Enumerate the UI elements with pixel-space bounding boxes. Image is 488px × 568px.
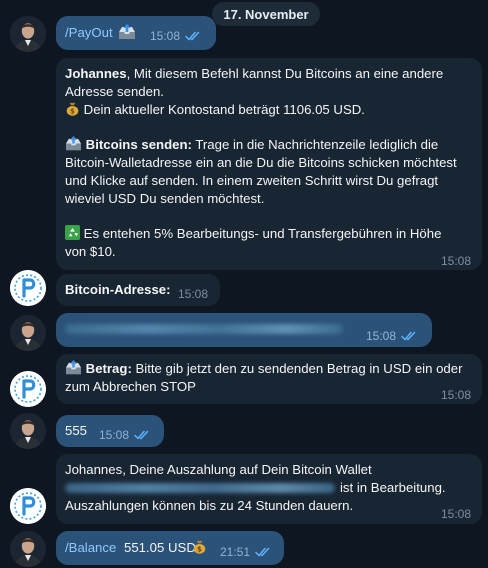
date-separator-label: 17. November xyxy=(223,6,309,22)
user-photo-icon xyxy=(10,531,46,567)
bot-avatar[interactable] xyxy=(10,371,46,407)
bot-logo-icon xyxy=(10,371,46,407)
message-payout-confirmation[interactable]: Johannes, Deine Auszahlung auf Dein Bitc… xyxy=(56,454,482,524)
message-amount-reply[interactable]: 555 15:08 xyxy=(56,415,164,447)
message-balance-command[interactable]: /Balance 551.05 USD 21:51 xyxy=(56,531,284,565)
message-meta: 15:08 xyxy=(441,252,471,270)
message-time: 15:08 xyxy=(178,287,209,301)
bot-logo-icon xyxy=(10,270,46,306)
message-time: 15:08 xyxy=(150,29,181,43)
chat-history[interactable]: 17. November /PayOut 15:08 Johannes, Mit… xyxy=(0,0,488,568)
message-meta: 15:08 xyxy=(178,285,208,303)
double-check-icon xyxy=(185,31,201,41)
balance-text: Dein aktueller Kontostand beträgt 1106.0… xyxy=(83,102,365,117)
user-photo-icon xyxy=(10,413,46,449)
confirmation-line-3: Auszahlungen können bis zu 24 Stunden da… xyxy=(65,498,354,513)
user-avatar[interactable] xyxy=(10,413,46,449)
bot-logo-icon xyxy=(10,488,46,524)
amount-prompt-text: Betrag: Bitte gib jetzt den zu sendenden… xyxy=(65,360,465,396)
bot-avatar[interactable] xyxy=(10,270,46,306)
double-check-icon xyxy=(255,547,271,557)
message-time: 15:08 xyxy=(99,428,130,442)
message-time: 21:51 xyxy=(220,545,251,559)
user-photo-icon xyxy=(10,315,46,351)
message-meta: 21:51 xyxy=(220,543,271,561)
send-instructions: Bitcoins senden: Trage in die Nachrichte… xyxy=(65,136,461,208)
message-meta: 15:08 xyxy=(150,27,201,45)
money-bag-icon xyxy=(192,539,207,554)
message-text: Johannes, Mit diesem Befehl kannst Du Bi… xyxy=(65,65,461,261)
amount-prompt-title: Betrag: xyxy=(85,361,132,376)
recycle-icon xyxy=(65,225,80,240)
message-meta: 15:08 xyxy=(441,505,471,523)
section-title: Bitcoins senden: xyxy=(85,137,192,152)
user-avatar[interactable] xyxy=(10,315,46,351)
fee-note-text: Es entehen 5% Bearbeitungs- und Transfer… xyxy=(65,226,442,259)
message-time: 15:08 xyxy=(441,507,472,521)
message-time: 15:08 xyxy=(441,254,472,268)
outbox-tray-icon xyxy=(118,24,136,40)
intro-paragraph: Johannes, Mit diesem Befehl kannst Du Bi… xyxy=(65,65,461,101)
message-wallet-address[interactable]: 15:08 xyxy=(56,313,432,347)
double-check-icon xyxy=(134,430,150,440)
message-meta: 15:08 xyxy=(366,327,417,345)
message-amount-prompt[interactable]: Betrag: Bitte gib jetzt den zu sendenden… xyxy=(56,354,482,404)
address-prompt-text: Bitcoin-Adresse: xyxy=(65,282,171,297)
bot-avatar[interactable] xyxy=(10,488,46,524)
recipient-name: Johannes xyxy=(65,66,127,81)
payout-command-link[interactable]: /PayOut xyxy=(65,24,113,42)
confirmation-line-1: Johannes, Deine Auszahlung auf Dein Bitc… xyxy=(65,462,372,477)
message-meta: 15:08 xyxy=(441,386,471,404)
user-photo-icon xyxy=(10,16,46,52)
redacted-wallet-address xyxy=(65,483,335,493)
amount-reply-text: 555 xyxy=(65,423,88,438)
fee-note: Es entehen 5% Bearbeitungs- und Transfer… xyxy=(65,225,461,261)
user-avatar[interactable] xyxy=(10,16,46,52)
message-time: 15:08 xyxy=(366,329,397,343)
message-address-prompt[interactable]: Bitcoin-Adresse: 15:08 xyxy=(56,274,220,306)
balance-command-link[interactable]: /Balance xyxy=(65,539,116,557)
money-bag-icon xyxy=(65,101,80,116)
outbox-tray-icon xyxy=(65,136,82,151)
balance-amount: 551.05 USD xyxy=(124,540,196,555)
double-check-icon xyxy=(401,331,417,341)
date-separator: 17. November xyxy=(212,2,320,26)
redacted-wallet-address xyxy=(65,324,343,334)
user-avatar[interactable] xyxy=(10,531,46,567)
message-payout-command[interactable]: /PayOut 15:08 xyxy=(56,16,216,50)
message-time: 15:08 xyxy=(441,388,472,402)
message-payout-info[interactable]: Johannes, Mit diesem Befehl kannst Du Bi… xyxy=(56,58,482,270)
balance-line: Dein aktueller Kontostand beträgt 1106.0… xyxy=(65,101,461,119)
message-meta: 15:08 xyxy=(99,426,150,444)
outbox-tray-icon xyxy=(65,360,82,375)
confirmation-line-2: ist in Bearbeitung. xyxy=(340,480,446,495)
